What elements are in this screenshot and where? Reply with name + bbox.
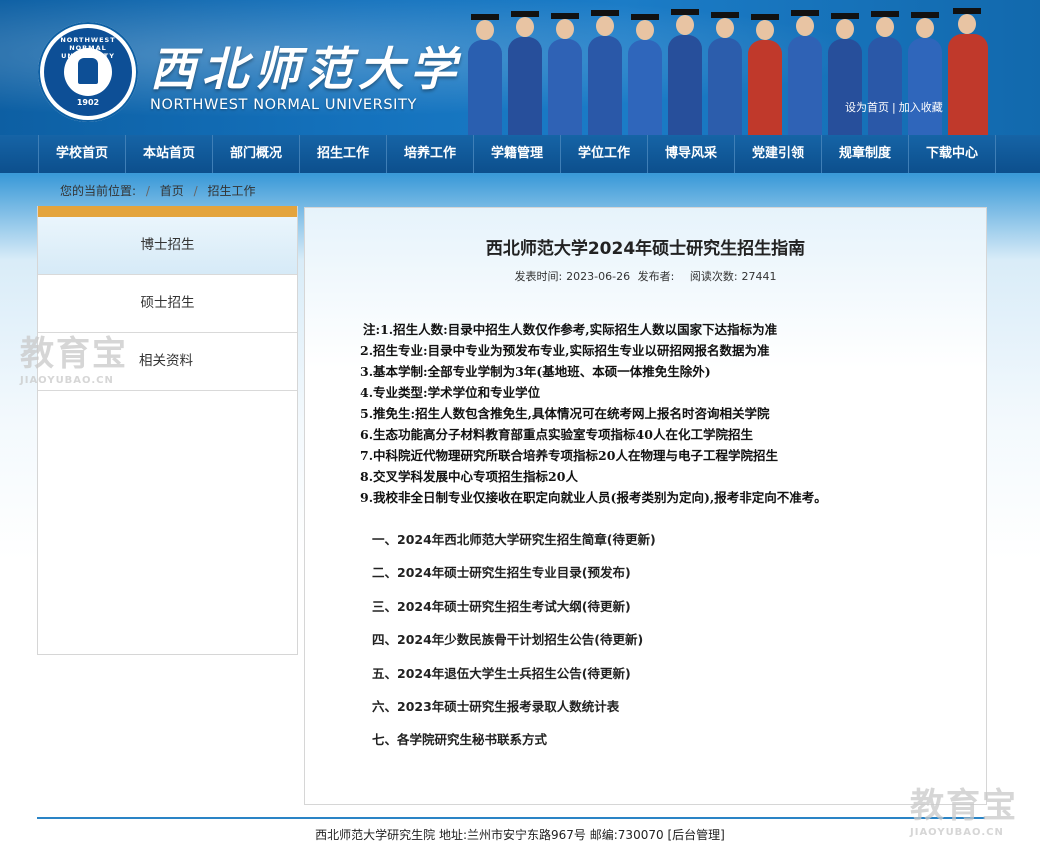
- sidebar: 博士招生 硕士招生 相关资料: [37, 206, 298, 655]
- university-seal-logo[interactable]: NORTHWEST NORMAL UNIVERSITY 1902: [38, 22, 138, 122]
- nav-item-department[interactable]: 部门概况: [213, 135, 300, 173]
- note-line: 2.招生专业:目录中专业为预发布专业,实际招生专业以研招网报名数据为准: [360, 343, 770, 358]
- sidebar-item-masters[interactable]: 硕士招生: [38, 275, 297, 333]
- link-program-catalog[interactable]: 二、2024年硕士研究生招生专业目录(预发布): [372, 561, 656, 594]
- watermark-en: JIAOYUBAO.CN: [20, 375, 114, 386]
- note-line: 6.生态功能高分子材料教育部重点实验室专项指标40人在化工学院招生: [360, 427, 753, 442]
- nav-item-regulations[interactable]: 规章制度: [822, 135, 909, 173]
- author-label: 发布者:: [637, 270, 675, 283]
- notes-block: 注:1.招生人数:目录中招生人数仅作参考,实际招生人数以国家下达指标为准 2.招…: [360, 319, 827, 508]
- breadcrumb-separator: /: [145, 184, 150, 198]
- site-title-en: NORTHWEST NORMAL UNIVERSITY: [150, 97, 417, 113]
- nav-items: 学校首页 本站首页 部门概况 招生工作 培养工作 学籍管理 学位工作 博导风采 …: [38, 135, 996, 173]
- nav-item-site-home[interactable]: 本站首页: [126, 135, 213, 173]
- nav-item-supervisors[interactable]: 博导风采: [648, 135, 735, 173]
- watermark-left: 教育宝 JIAOYUBAO.CN: [20, 326, 128, 386]
- set-home-link[interactable]: 设为首页: [845, 101, 889, 114]
- nav-item-party[interactable]: 党建引领: [735, 135, 822, 173]
- document-links: 一、2024年西北师范大学研究生招生简章(待更新) 二、2024年硕士研究生招生…: [372, 528, 656, 762]
- admin-link[interactable]: [后台管理]: [667, 828, 724, 842]
- site-title-cn: 西北师范大学: [150, 42, 462, 96]
- link-exam-syllabus[interactable]: 三、2024年硕士研究生招生考试大纲(待更新): [372, 595, 656, 628]
- watermark-right: 教育宝 JIAOYUBAO.CN: [910, 778, 1018, 838]
- link-veteran-students[interactable]: 五、2024年退伍大学生士兵招生公告(待更新): [372, 662, 656, 695]
- seal-year: 1902: [76, 98, 100, 107]
- nav-item-training[interactable]: 培养工作: [387, 135, 474, 173]
- header-links: 设为首页 | 加入收藏: [845, 99, 943, 115]
- breadcrumb-separator: /: [193, 184, 198, 198]
- note-line: 5.推免生:招生人数包含推免生,具体情况可在统考网上报名时咨询相关学院: [360, 406, 770, 421]
- footer-divider: [37, 817, 985, 819]
- date-label: 发表时间:: [514, 270, 563, 283]
- breadcrumb-home[interactable]: 首页: [160, 184, 184, 198]
- view-count: 27441: [741, 270, 777, 283]
- seal-ring: NORTHWEST NORMAL UNIVERSITY 1902: [44, 28, 132, 116]
- nav-item-admissions[interactable]: 招生工作: [300, 135, 387, 173]
- watermark-en: JIAOYUBAO.CN: [910, 827, 1004, 838]
- note-line: 注:1.招生人数:目录中招生人数仅作参考,实际招生人数以国家下达指标为准: [363, 322, 778, 337]
- note-line: 8.交叉学科发展中心专项招生指标20人: [360, 469, 578, 484]
- link-admission-statistics[interactable]: 六、2023年硕士研究生报考录取人数统计表: [372, 695, 656, 728]
- sidebar-item-doctoral[interactable]: 博士招生: [38, 217, 297, 275]
- header-link-separator: |: [892, 101, 896, 114]
- note-line: 9.我校非全日制专业仅接收在职定向就业人员(报考类别为定向),报考非定向不准考。: [360, 490, 827, 505]
- nav-item-degree[interactable]: 学位工作: [561, 135, 648, 173]
- graduates-photo: [458, 8, 1003, 135]
- note-line: 3.基本学制:全部专业学制为3年(基地班、本硕一体推免生除外): [360, 364, 711, 379]
- seal-center: [64, 48, 112, 96]
- link-minority-program[interactable]: 四、2024年少数民族骨干计划招生公告(待更新): [372, 628, 656, 661]
- nav-item-downloads[interactable]: 下载中心: [909, 135, 996, 173]
- views-label: 阅读次数:: [689, 270, 738, 283]
- nav-item-school-home[interactable]: 学校首页: [38, 135, 126, 173]
- article-meta: 发表时间: 2023-06-26 发布者: 阅读次数: 27441: [305, 268, 986, 284]
- bell-icon: [78, 58, 98, 84]
- nav-item-enrollment[interactable]: 学籍管理: [474, 135, 561, 173]
- breadcrumb: 您的当前位置: / 首页 / 招生工作: [60, 182, 255, 199]
- note-line: 7.中科院近代物理研究所联合培养专项指标20人在物理与电子工程学院招生: [360, 448, 778, 463]
- footer-address: 西北师范大学研究生院 地址:兰州市安宁东路967号 邮编:730070: [315, 828, 664, 842]
- add-favorite-link[interactable]: 加入收藏: [899, 101, 943, 114]
- breadcrumb-prefix: 您的当前位置:: [60, 184, 137, 198]
- footer: 西北师范大学研究生院 地址:兰州市安宁东路967号 邮编:730070 [后台管…: [0, 826, 1040, 843]
- publish-date: 2023-06-26: [566, 270, 631, 283]
- sidebar-accent-bar: [38, 206, 297, 217]
- breadcrumb-admissions[interactable]: 招生工作: [207, 184, 255, 198]
- watermark-cn: 教育宝: [910, 786, 1018, 826]
- article-panel: 西北师范大学2024年硕士研究生招生指南 发表时间: 2023-06-26 发布者…: [304, 207, 987, 805]
- note-line: 4.专业类型:学术学位和专业学位: [360, 385, 541, 400]
- watermark-cn: 教育宝: [20, 334, 128, 374]
- main-nav: 学校首页 本站首页 部门概况 招生工作 培养工作 学籍管理 学位工作 博导风采 …: [0, 135, 1040, 173]
- link-secretary-contacts[interactable]: 七、各学院研究生秘书联系方式: [372, 728, 656, 761]
- header-banner: NORTHWEST NORMAL UNIVERSITY 1902 西北师范大学 …: [0, 0, 1040, 135]
- link-admission-brochure[interactable]: 一、2024年西北师范大学研究生招生简章(待更新): [372, 528, 656, 561]
- article-title: 西北师范大学2024年硕士研究生招生指南: [485, 239, 806, 259]
